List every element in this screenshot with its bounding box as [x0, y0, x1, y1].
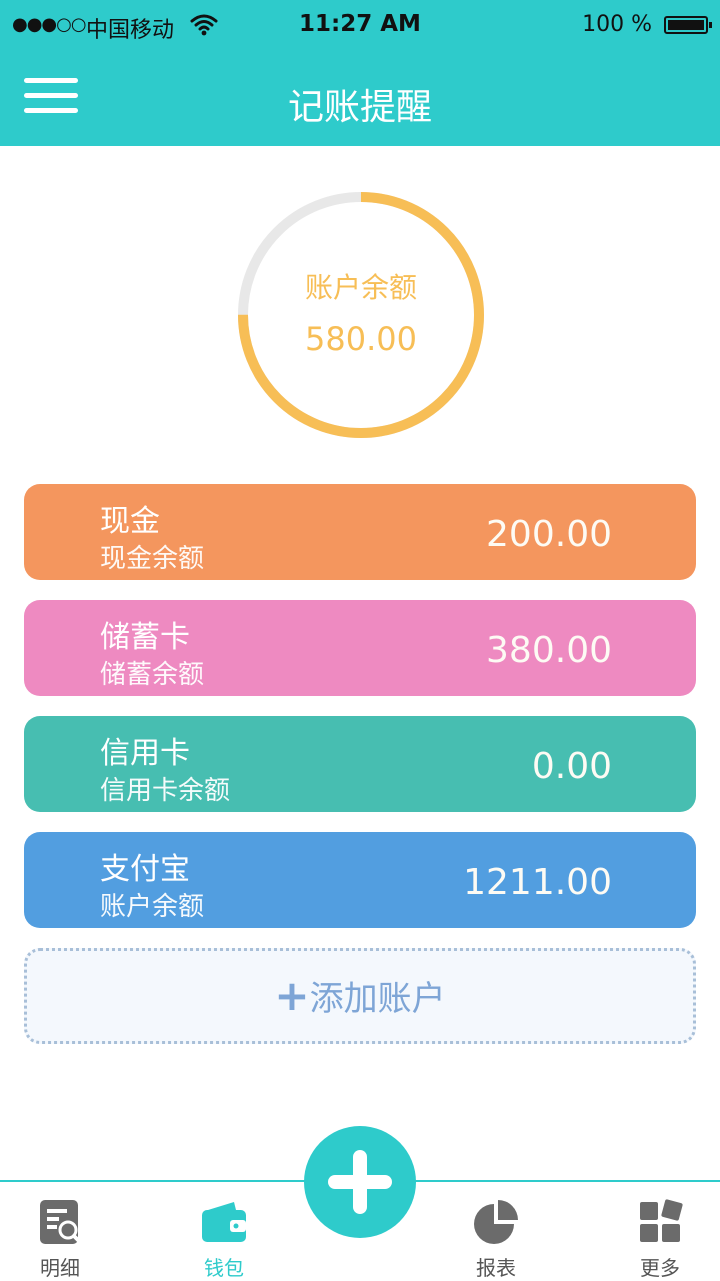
account-name: 信用卡 — [100, 736, 190, 771]
add-account-label: 添加账户 — [309, 979, 446, 1019]
tab-report[interactable]: 报表 — [436, 1182, 556, 1280]
add-account-button[interactable]: +添加账户 — [24, 948, 696, 1044]
balance-ring-chart — [238, 192, 484, 438]
tab-more[interactable]: 更多 — [600, 1182, 720, 1280]
tab-label: 钱包 — [204, 1256, 244, 1280]
account-card-credit[interactable]: 信用卡 信用卡余额 0.00 — [24, 716, 696, 812]
account-subtitle: 储蓄余额 — [100, 660, 205, 690]
tab-wallet[interactable]: 钱包 — [164, 1182, 284, 1280]
balance-label: 账户余额 — [304, 271, 417, 304]
tab-label: 明细 — [40, 1256, 80, 1280]
page-title: 记账提醒 — [287, 87, 432, 128]
grid-more-icon — [636, 1198, 684, 1246]
pie-chart-icon — [472, 1198, 520, 1246]
account-amount: 380.00 — [486, 630, 612, 671]
battery-percent: 100 % — [582, 12, 652, 37]
tab-label: 报表 — [476, 1256, 516, 1280]
tab-detail[interactable]: 明细 — [0, 1182, 120, 1280]
battery-icon — [664, 16, 712, 34]
account-card-alipay[interactable]: 支付宝 账户余额 1211.00 — [24, 832, 696, 928]
account-amount: 200.00 — [486, 514, 612, 555]
account-subtitle: 信用卡余额 — [100, 776, 231, 806]
account-amount: 1211.00 — [463, 862, 612, 903]
plus-icon: + — [274, 971, 310, 1020]
account-name: 现金 — [100, 504, 160, 539]
account-amount: 0.00 — [531, 746, 612, 787]
account-name: 储蓄卡 — [100, 620, 190, 655]
account-card-savings[interactable]: 储蓄卡 储蓄余额 380.00 — [24, 600, 696, 696]
detail-search-icon — [36, 1198, 84, 1246]
account-subtitle: 现金余额 — [100, 544, 205, 574]
balance-value: 580.00 — [305, 320, 417, 358]
tab-label: 更多 — [640, 1256, 680, 1280]
add-record-button[interactable] — [304, 1126, 416, 1238]
account-subtitle: 账户余额 — [100, 892, 205, 922]
wallet-icon — [200, 1198, 248, 1246]
account-name: 支付宝 — [100, 852, 190, 887]
status-bar: ●●●○○ 中国移动 11:27 AM 100 % — [0, 0, 720, 52]
account-card-cash[interactable]: 现金 现金余额 200.00 — [24, 484, 696, 580]
balance-ring: 账户余额 580.00 — [236, 190, 486, 440]
nav-bar: 记账提醒 — [0, 52, 720, 146]
